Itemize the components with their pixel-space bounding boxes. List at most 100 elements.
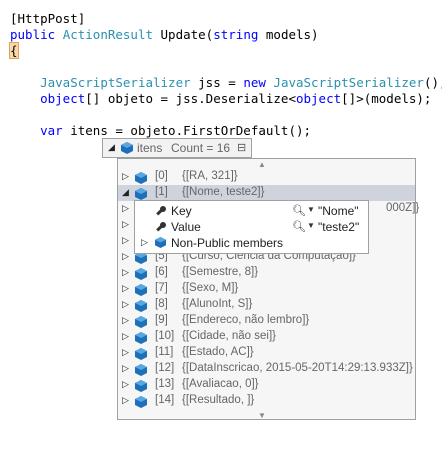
keyword: object [295,91,342,106]
item-index: [1] [155,186,168,198]
code-text: (); [423,75,442,90]
item-value: {[Endereco, não lembro]} [182,314,310,326]
datatip-list: ▲ ▷ [0] {[RA, 321]} ◢ [1] {[Nome, teste2]} ▷ 00… [117,158,420,420]
code-text: Update( [153,27,214,42]
scroll-up-icon[interactable]: ▲ [258,160,266,169]
item-value: {[RA, 321]} [182,170,238,182]
keyword: public [10,27,56,42]
list-item[interactable]: ▷ [7] {[Sexo, M]} [118,281,415,297]
object-cube-icon [135,396,147,411]
expand-arrow-icon[interactable]: ▷ [141,237,148,248]
code-text: jss = [190,75,244,90]
type-name: JavaScriptSerializer [40,75,191,90]
scroll-down-icon[interactable]: ▼ [258,411,266,420]
item-value: {[Sexo, M]} [182,282,239,294]
item-value: {[Resultado, ]} [182,394,255,406]
expand-arrow-icon[interactable]: ▷ [122,203,129,214]
expand-arrow-icon[interactable]: ▷ [122,379,129,390]
attribute-text: [HttpPost] [10,11,86,26]
expand-arrow-icon[interactable]: ▷ [122,171,129,182]
item-value: {[Avaliacao, 0]} [182,378,259,390]
key-value: "Nome" [318,204,359,218]
datatip-header[interactable]: ◢ itens Count = 16 ⊟ [102,138,252,158]
non-public-members-label: Non-Public members [171,236,284,250]
code-line-2: public ActionResult Update(string models… [10,27,319,43]
wrench-icon [155,205,167,220]
key-label: Key [171,204,192,218]
list-item[interactable]: ▷ [8] {[AlunoInt, S]} [118,297,415,313]
expand-arrow-icon[interactable]: ▷ [122,235,129,246]
non-public-members-row[interactable]: ▷ Non-Public members [135,235,368,251]
item-value: {[Cidade, não sei]} [182,330,276,342]
list-item[interactable]: ▷ [6] {[Semestre, 8]} [118,265,415,281]
item-value: {[DataInscricao, 2015-05-20T14:29:13.933… [182,362,413,374]
pin-icon[interactable]: ⊟ [237,141,246,154]
item-index: [10] [155,330,175,342]
item-value: {[Nome, teste2]} [182,186,265,198]
key-row[interactable]: Key 🔍︎ ▼ "Nome" [135,203,368,219]
expand-arrow-icon[interactable]: ▷ [122,299,129,310]
list-item[interactable]: ◢ [1] {[Nome, teste2]} [118,185,415,201]
code-line-1: [HttpPost] [10,11,85,27]
item-index: [13] [155,378,175,390]
expand-arrow-icon[interactable]: ▷ [122,267,129,278]
item-value: {[Estado, AC]} [182,346,254,358]
code-text: itens = objeto.FirstOrDefault(); [62,123,312,138]
item-index: [11] [155,346,174,358]
expand-arrow-icon[interactable]: ▷ [122,219,129,230]
item-index: [6] [155,266,168,278]
list-item[interactable]: ▷ [14] {[Resultado, ]} [118,393,415,409]
code-text: [] objeto = jss.Deserialize< [85,91,296,106]
code-line-6: object[] objeto = jss.Deserialize<object… [10,91,431,107]
chevron-down-icon[interactable]: ▼ [307,205,315,214]
list-item[interactable]: ▷ [12] {[DataInscricao, 2015-05-20T14:29:1… [118,361,415,377]
code-line-5: JavaScriptSerializer jss = new JavaScrip… [10,75,442,91]
sub-datatip: Key 🔍︎ ▼ "Nome" Value 🔍︎ ▼ "teste2" ▷ No… [134,200,369,254]
item-index: [12] [155,362,175,374]
magnifier-icon[interactable]: 🔍︎ [292,204,306,217]
value-row[interactable]: Value 🔍︎ ▼ "teste2" [135,219,368,235]
expand-arrow-icon[interactable]: ▷ [122,315,129,326]
expand-arrow-icon[interactable]: ▷ [122,283,129,294]
list-item[interactable]: ▷ [13] {[Avaliacao, 0]} [118,377,415,393]
chevron-down-icon[interactable]: ▼ [307,221,315,230]
expand-arrow-icon[interactable]: ▷ [122,331,129,342]
item-index: [7] [155,282,168,294]
list-item[interactable]: ▷ [11] {[Estado, AC]} [118,345,415,361]
object-cube-icon [121,142,133,157]
type-name: ActionResult [62,27,153,42]
list-item[interactable]: ▷ [0] {[RA, 321]} [118,169,415,185]
list-item[interactable]: ▷ [9] {[Endereco, não lembro]} [118,313,415,329]
value-value: "teste2" [318,220,360,234]
wrench-icon [155,221,167,236]
expand-arrow-icon[interactable]: ▷ [122,347,129,358]
item-index: [14] [155,394,175,406]
keyword: object [40,91,86,106]
code-line-8: var itens = objeto.FirstOrDefault(); [10,123,311,139]
expand-arrow-icon[interactable]: ▷ [122,363,129,374]
code-line-3: { [9,42,19,59]
item-index: [8] [155,298,168,310]
open-brace: { [9,42,19,59]
keyword: string [213,27,259,42]
item-value: {[AlunoInt, S]} [182,298,253,310]
type-name: JavaScriptSerializer [273,75,424,90]
object-cube-icon [155,237,166,251]
expand-arrow-icon[interactable]: ◢ [122,187,129,198]
collapse-arrow-icon[interactable]: ◢ [108,142,115,153]
item-value: {[Semestre, 8]} [182,266,259,278]
keyword: new [243,75,266,90]
expand-arrow-icon[interactable]: ▷ [122,251,129,262]
count-value: Count = 16 [171,141,231,155]
value-label: Value [171,220,201,234]
expand-arrow-icon[interactable]: ▷ [122,395,129,406]
code-text: models) [258,27,319,42]
code-text: []>(models); [341,91,432,106]
item-index: [0] [155,170,168,182]
item-value: 000Z]} [386,202,420,214]
item-index: [9] [155,314,168,326]
magnifier-icon[interactable]: 🔍︎ [292,220,306,233]
variable-name: itens [137,141,163,155]
list-item[interactable]: ▷ [10] {[Cidade, não sei]} [118,329,415,345]
keyword: var [40,123,63,138]
